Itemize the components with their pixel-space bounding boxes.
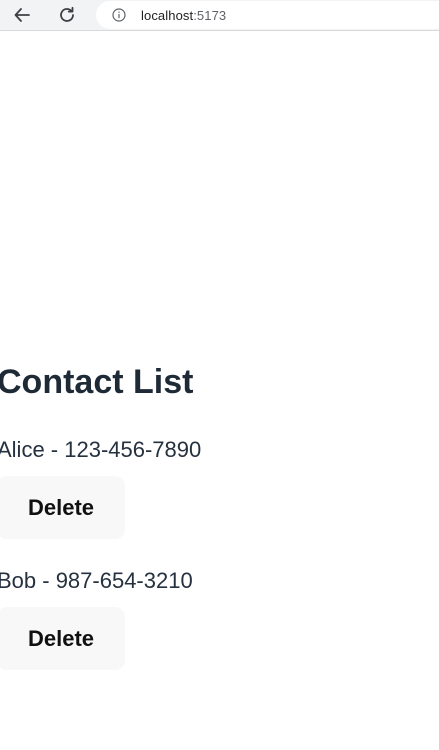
- url-port: :5173: [193, 7, 227, 23]
- contact-item: Alice - 123-456-7890 Delete: [0, 436, 439, 539]
- info-icon[interactable]: [112, 8, 126, 22]
- reload-icon: [60, 6, 74, 22]
- page-title: Contact List: [0, 363, 194, 401]
- back-button[interactable]: [10, 3, 34, 27]
- contact-list-section: Contact List Alice - 123-456-7890 Delete…: [0, 361, 439, 670]
- browser-toolbar: localhost:5173: [0, 0, 439, 31]
- address-bar[interactable]: localhost:5173: [96, 1, 439, 29]
- url-text: localhost:5173: [141, 8, 226, 23]
- url-host: localhost: [141, 7, 194, 23]
- delete-button[interactable]: Delete: [0, 476, 125, 539]
- contact-text: Bob - 987-654-3210: [0, 568, 193, 593]
- contact-item: Bob - 987-654-3210 Delete: [0, 567, 439, 670]
- reload-button[interactable]: [55, 3, 79, 27]
- contact-text: Alice - 123-456-7890: [0, 437, 202, 462]
- delete-button[interactable]: Delete: [0, 607, 125, 670]
- page-viewport: Contact List Alice - 123-456-7890 Delete…: [0, 31, 439, 750]
- back-arrow-icon: [14, 8, 30, 22]
